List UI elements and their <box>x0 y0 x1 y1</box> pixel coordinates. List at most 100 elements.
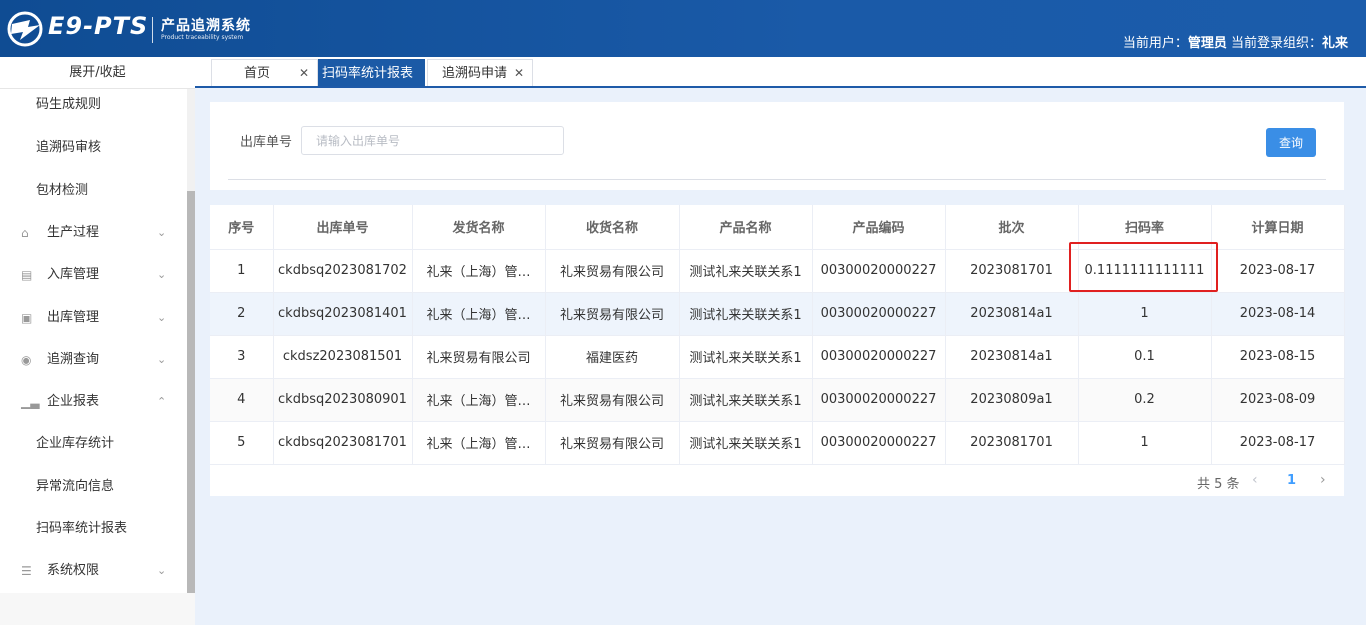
close-icon[interactable]: ✕ <box>299 60 309 87</box>
sidebar-item-enterprise-report[interactable]: ▁▃ 企业报表 ⌃ <box>0 381 187 423</box>
brand-english-name: Product traceability system <box>161 34 244 41</box>
brand-chinese-name: 产品追溯系统 <box>161 18 251 34</box>
sidebar: 展开/收起 码生成规则 追溯码审核 包材检测 ⌂ 生产过程 ⌄ ▤ 入库管理 ⌄… <box>0 57 195 593</box>
sidebar-item-system-permissions[interactable]: ☰ 系统权限 ⌄ <box>0 550 187 592</box>
sidebar-item-label: 入库管理 <box>47 267 100 282</box>
table-cell: 00300020000227 <box>812 378 946 422</box>
user-info: 当前用户：管理员 当前登录组织：礼来 <box>1123 32 1348 51</box>
table-cell: 0.1111111111111 <box>1078 249 1212 293</box>
tab-label: 追溯码申请 <box>442 66 508 81</box>
sidebar-item-label: 追溯码审核 <box>36 140 102 155</box>
table-cell: ckdsz2023081501 <box>273 335 413 379</box>
sidebar-item-label: 生产过程 <box>47 225 100 240</box>
sidebar-item-trace-query[interactable]: ◉ 追溯查询 ⌄ <box>0 339 187 381</box>
table-cell: 测试礼来关联关系1 <box>679 249 813 293</box>
table-cell: 2 <box>210 292 274 336</box>
table-cell: 00300020000227 <box>812 335 946 379</box>
sidebar-item-label: 追溯查询 <box>47 352 100 367</box>
table-cell: 1 <box>1078 421 1212 465</box>
sidebar-item-outbound[interactable]: ▣ 出库管理 ⌄ <box>0 297 187 339</box>
table-cell: 2023-08-17 <box>1211 421 1345 465</box>
tab-bar: 首页 ✕ 扫码率统计报表 追溯码申请 ✕ <box>195 57 1366 88</box>
column-header: 扫码率 <box>1078 205 1212 250</box>
search-label: 出库单号 <box>240 135 293 150</box>
table-cell: 20230814a1 <box>945 292 1079 336</box>
table-cell: ckdbsq2023081702 <box>273 249 413 293</box>
table-cell: 测试礼来关联关系1 <box>679 335 813 379</box>
sidebar-item-abnormal-flow[interactable]: 异常流向信息 <box>0 466 187 508</box>
column-header: 产品编码 <box>812 205 946 250</box>
logo-icon <box>7 11 43 47</box>
pagination-page[interactable]: 1 <box>1287 473 1296 488</box>
close-icon[interactable]: ✕ <box>514 60 524 87</box>
table-header-row: 序号 出库单号 发货名称 收货名称 产品名称 产品编码 批次 扫码率 计算日期 <box>210 205 1345 250</box>
column-header: 收货名称 <box>545 205 680 250</box>
tab-code-application[interactable]: 追溯码申请 ✕ <box>427 59 533 86</box>
sidebar-item-label: 企业库存统计 <box>36 436 115 451</box>
chevron-up-icon: ⌃ <box>157 395 167 408</box>
sidebar-scrollbar-thumb[interactable] <box>187 191 195 593</box>
column-header: 序号 <box>210 205 274 250</box>
table-cell: 2023-08-15 <box>1211 335 1345 379</box>
trace-icon: ◉ <box>21 353 32 367</box>
table-cell: 0.1 <box>1078 335 1212 379</box>
sidebar-item-label: 码生成规则 <box>36 97 102 112</box>
sidebar-item-inbound[interactable]: ▤ 入库管理 ⌄ <box>0 254 187 296</box>
search-button[interactable]: 查询 <box>1266 128 1316 157</box>
tab-label: 扫码率统计报表 <box>322 66 414 81</box>
table-cell: 4 <box>210 378 274 422</box>
table-cell: 礼来（上海）管… <box>412 249 546 293</box>
table-cell: 礼来贸易有限公司 <box>545 249 680 293</box>
table-row[interactable]: 3 ckdsz2023081501 礼来贸易有限公司 福建医药 测试礼来关联关系… <box>210 335 1345 379</box>
chevron-left-icon[interactable]: ‹ <box>1252 472 1258 488</box>
table-cell: 5 <box>210 421 274 465</box>
column-header: 产品名称 <box>679 205 813 250</box>
table-cell: 测试礼来关联关系1 <box>679 292 813 336</box>
table-cell: 礼来（上海）管… <box>412 292 546 336</box>
org-label: 当前登录组织： <box>1226 36 1322 51</box>
table-cell: 礼来贸易有限公司 <box>545 421 680 465</box>
table-cell: 2023081701 <box>945 421 1079 465</box>
table-cell: 0.2 <box>1078 378 1212 422</box>
sidebar-item-scan-rate-report[interactable]: 扫码率统计报表 <box>0 508 187 550</box>
table-row[interactable]: 4 ckdbsq2023080901 礼来（上海）管… 礼来贸易有限公司 测试礼… <box>210 378 1345 422</box>
tab-home[interactable]: 首页 ✕ <box>211 59 318 86</box>
chevron-right-icon[interactable]: › <box>1320 472 1326 488</box>
table-cell: 2023-08-09 <box>1211 378 1345 422</box>
tab-scan-rate-report[interactable]: 扫码率统计报表 <box>318 59 425 86</box>
table-cell: 3 <box>210 335 274 379</box>
sidebar-item-inventory-stats[interactable]: 企业库存统计 <box>0 423 187 465</box>
sidebar-footer <box>0 593 195 625</box>
sidebar-item-production[interactable]: ⌂ 生产过程 ⌄ <box>0 212 187 254</box>
chevron-down-icon: ⌄ <box>157 226 167 239</box>
chevron-down-icon: ⌄ <box>157 311 167 324</box>
sidebar-item-label: 出库管理 <box>47 310 100 325</box>
table-cell: 礼来（上海）管… <box>412 421 546 465</box>
table-row[interactable]: 2 ckdbsq2023081401 礼来（上海）管… 礼来贸易有限公司 测试礼… <box>210 292 1345 336</box>
column-header: 计算日期 <box>1211 205 1345 250</box>
table-row[interactable]: 5 ckdbsq2023081701 礼来（上海）管… 礼来贸易有限公司 测试礼… <box>210 421 1345 465</box>
divider <box>228 179 1326 180</box>
column-header: 发货名称 <box>412 205 546 250</box>
search-panel: 出库单号 查询 <box>210 102 1344 190</box>
sidebar-item-package-check[interactable]: 包材检测 <box>0 170 187 212</box>
table-cell: 测试礼来关联关系1 <box>679 378 813 422</box>
search-input[interactable] <box>301 126 564 155</box>
user-label: 当前用户： <box>1122 36 1188 51</box>
table-cell: 2023081701 <box>945 249 1079 293</box>
table-cell: 测试礼来关联关系1 <box>679 421 813 465</box>
table-row[interactable]: 1 ckdbsq2023081702 礼来（上海）管… 礼来贸易有限公司 测试礼… <box>210 249 1345 293</box>
sidebar-item-code-rules[interactable]: 码生成规则 <box>0 84 187 126</box>
column-header: 出库单号 <box>273 205 413 250</box>
table-cell: 2023-08-14 <box>1211 292 1345 336</box>
table-cell: 00300020000227 <box>812 292 946 336</box>
sidebar-item-label: 扫码率统计报表 <box>36 521 128 536</box>
home-icon: ⌂ <box>21 226 29 240</box>
sidebar-item-label: 包材检测 <box>36 183 89 198</box>
table-cell: 1 <box>1078 292 1212 336</box>
inbound-icon: ▤ <box>21 268 33 282</box>
list-icon: ☰ <box>21 564 32 578</box>
table-cell: 福建医药 <box>545 335 680 379</box>
brand-divider <box>152 17 153 43</box>
sidebar-item-code-audit[interactable]: 追溯码审核 <box>0 127 187 169</box>
